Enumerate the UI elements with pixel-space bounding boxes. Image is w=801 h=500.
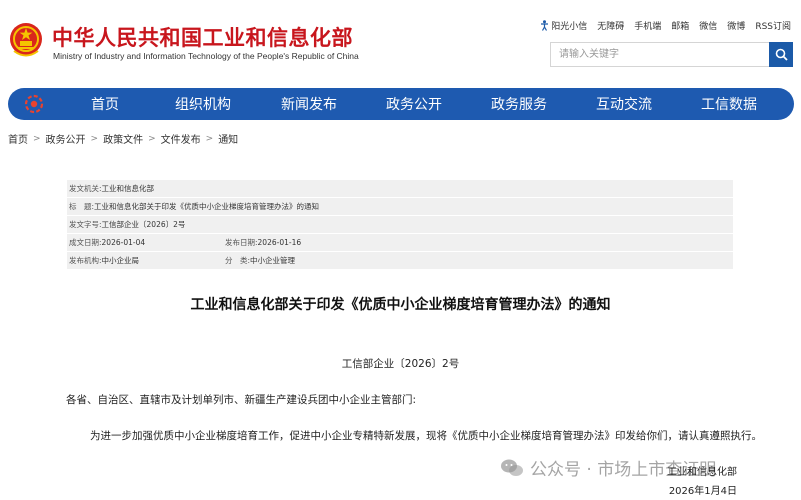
toplink-mobile[interactable]: 手机端 [634,19,661,32]
article-body-paragraph: 为进一步加强优质中小企业梯度培育工作，促进中小企业专精特新发展，现将《优质中小企… [90,430,762,442]
meta-docno-value: 工信部企业〔2026〕2号 [101,220,186,229]
article-document-number: 工信部企业〔2026〕2号 [341,358,460,370]
site-subtitle: Ministry of Industry and Information Tec… [53,51,359,61]
meta-created-value: 2026-01-04 [101,238,146,247]
meta-category-value: 中小企业管理 [250,256,296,265]
meta-title-label: 标 题: [69,202,95,211]
breadcrumb-notice[interactable]: 通知 [218,131,238,146]
search-input[interactable] [550,42,769,67]
meta-published-value: 2026-01-16 [257,238,302,247]
breadcrumb-separator-icon: > [90,133,99,144]
meta-row-dates: 成文日期: 2026-01-04 发布日期: 2026-01-16 [67,234,733,252]
breadcrumb-separator-icon: > [33,133,41,144]
meta-docno-label: 发文字号: [69,220,102,229]
search-box [550,42,793,67]
breadcrumb-home[interactable]: 首页 [8,131,28,146]
nav-item-interaction[interactable]: 互动交流 [572,94,676,114]
toplink-sunshine-label: 阳光小信 [551,22,588,32]
meta-row-docno: 发文字号: 工信部企业〔2026〕2号 [67,216,733,234]
nav-item-news[interactable]: 新闻发布 [256,94,362,114]
breadcrumb-policy-files[interactable]: 政策文件 [103,131,143,146]
site-title[interactable]: 中华人民共和国工业和信息化部 [52,22,353,52]
toplink-wechat[interactable]: 微信 [699,19,717,32]
meta-created-label: 成文日期: [69,238,102,247]
wechat-icon [501,459,523,476]
meta-title-value: 工业和信息化部关于印发《优质中小企业梯度培育管理办法》的通知 [94,202,320,211]
meta-published-label: 发布日期: [225,238,258,247]
signature-date: 2026年1月4日 [668,486,737,497]
nav-item-government-affairs[interactable]: 政务公开 [362,94,466,114]
meta-org-label: 发布机构: [69,256,102,265]
main-nav: 首页 组织机构 新闻发布 政务公开 政务服务 互动交流 工信数据 [8,88,794,120]
breadcrumb-file-release[interactable]: 文件发布 [161,131,201,146]
site-header: 中华人民共和国工业和信息化部 Ministry of Industry and … [0,0,801,84]
meta-issuer-label: 发文机关: [69,184,102,193]
breadcrumb-separator-icon: > [205,133,214,144]
search-icon [775,48,788,61]
toplink-accessibility[interactable]: 无障碍 [597,19,624,32]
top-links: 阳光小信 无障碍 手机端 邮箱 微信 微博 RSS订阅 [540,19,791,32]
nav-item-services[interactable]: 政务服务 [466,94,572,114]
nav-logo-icon [24,94,44,114]
meta-row-org: 发布机构: 中小企业局 分 类: 中小企业管理 [67,252,733,270]
breadcrumb: 首页 > 政务公开 > 政策文件 > 文件发布 > 通知 [8,131,238,147]
toplink-mail[interactable]: 邮箱 [671,19,689,32]
breadcrumb-separator-icon: > [148,133,156,144]
article-title: 工业和信息化部关于印发《优质中小企业梯度培育管理办法》的通知 [190,297,611,313]
national-emblem-icon[interactable] [8,20,44,60]
document-meta-table: 发文机关: 工业和信息化部 标 题: 工业和信息化部关于印发《优质中小企业梯度培… [67,180,733,270]
toplink-rss[interactable]: RSS订阅 [755,19,791,32]
nav-item-home[interactable]: 首页 [60,94,150,114]
toplink-weibo[interactable]: 微博 [727,19,745,32]
meta-row-title: 标 题: 工业和信息化部关于印发《优质中小企业梯度培育管理办法》的通知 [67,198,733,216]
toplink-sunshine[interactable]: 阳光小信 [540,19,587,32]
nav-logo[interactable] [8,88,60,120]
search-button[interactable] [769,42,793,67]
meta-org-value: 中小企业局 [101,256,140,265]
signature-organization: 工业和信息化部 [667,467,737,478]
nav-item-organization[interactable]: 组织机构 [150,94,256,114]
meta-issuer-value: 工业和信息化部 [101,184,155,193]
breadcrumb-government-affairs[interactable]: 政务公开 [46,131,86,146]
accessibility-icon [541,20,549,31]
nav-item-data[interactable]: 工信数据 [676,94,782,114]
article-salutation: 各省、自治区、直辖市及计划单列市、新疆生产建设兵团中小企业主管部门: [66,394,417,406]
meta-category-label: 分 类: [225,256,251,265]
meta-row-issuer: 发文机关: 工业和信息化部 [67,180,733,198]
